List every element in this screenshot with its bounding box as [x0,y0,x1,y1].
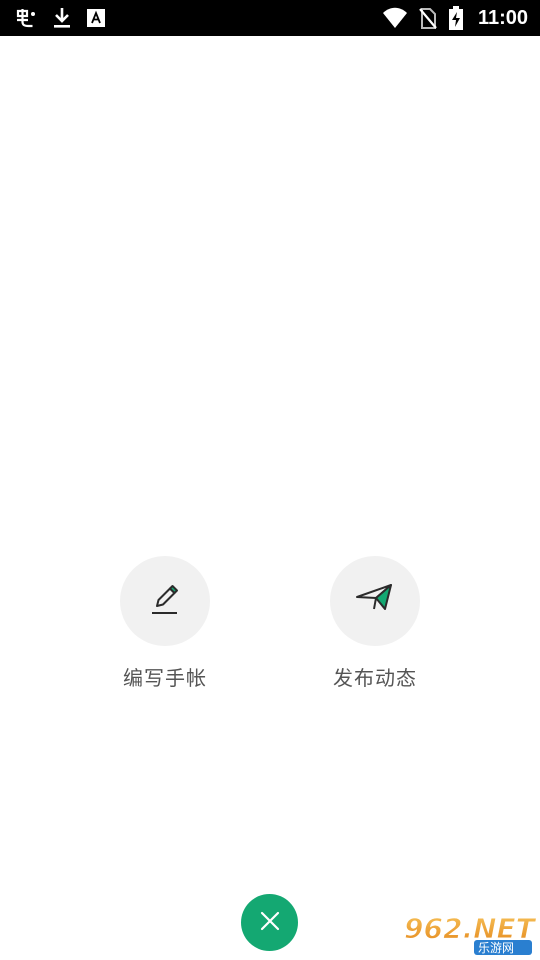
text-a-icon [86,8,106,28]
app-icon [14,6,38,30]
close-button[interactable] [241,894,298,951]
write-journal-action[interactable]: 编写手帐 [105,556,225,691]
no-sim-icon [418,6,438,30]
battery-charging-icon [448,5,464,31]
status-bar: 11:00 [0,0,540,36]
publish-post-button[interactable] [330,556,420,646]
status-time: 11:00 [477,6,528,29]
publish-post-action[interactable]: 发布动态 [315,556,435,691]
watermark-logo: 962.NET 乐游网 [400,910,537,956]
status-bar-right: 11:00 [382,0,528,36]
write-journal-label: 编写手帐 [123,666,207,690]
write-journal-button[interactable] [120,556,210,646]
download-icon [52,6,72,30]
pencil-icon [148,582,182,620]
close-icon [259,910,281,936]
paper-plane-icon [355,581,395,621]
wifi-icon [382,7,408,29]
status-bar-left [14,0,106,36]
watermark-subtitle: 乐游网 [478,941,514,955]
publish-post-label: 发布动态 [333,666,417,690]
